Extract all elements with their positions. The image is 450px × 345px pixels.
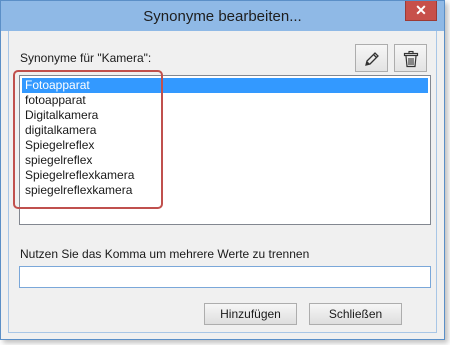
list-item[interactable]: Spiegelreflexkamera: [22, 168, 428, 183]
list-item[interactable]: Spiegelreflex: [22, 138, 428, 153]
list-item[interactable]: fotoapparat: [22, 93, 428, 108]
dialog-window: Synonyme bearbeiten... ✕ Synonyme für "K…: [0, 0, 445, 340]
list-item[interactable]: spiegelreflex: [22, 153, 428, 168]
trash-icon: [403, 50, 419, 68]
input-hint: Nutzen Sie das Komma um mehrere Werte zu…: [20, 247, 310, 261]
synonyms-label: Synonyme für "Kamera":: [20, 51, 152, 65]
dialog-body: Synonyme für "Kamera": Fotoapparat fotoa…: [8, 31, 437, 333]
close-button[interactable]: Schließen: [309, 303, 402, 325]
window-close-button[interactable]: ✕: [405, 1, 437, 21]
synonym-input[interactable]: [19, 266, 431, 288]
edit-button[interactable]: [355, 44, 388, 72]
delete-button[interactable]: [394, 44, 427, 72]
pencil-icon: [365, 52, 379, 66]
title-bar[interactable]: Synonyme bearbeiten... ✕: [1, 1, 444, 31]
list-item[interactable]: digitalkamera: [22, 123, 428, 138]
list-item[interactable]: spiegelreflexkamera: [22, 183, 428, 198]
window-title: Synonyme bearbeiten...: [143, 8, 302, 25]
list-item[interactable]: Digitalkamera: [22, 108, 428, 123]
synonym-list[interactable]: Fotoapparat fotoapparat Digitalkamera di…: [19, 75, 431, 225]
add-button[interactable]: Hinzufügen: [204, 303, 297, 325]
list-item[interactable]: Fotoapparat: [22, 78, 428, 93]
